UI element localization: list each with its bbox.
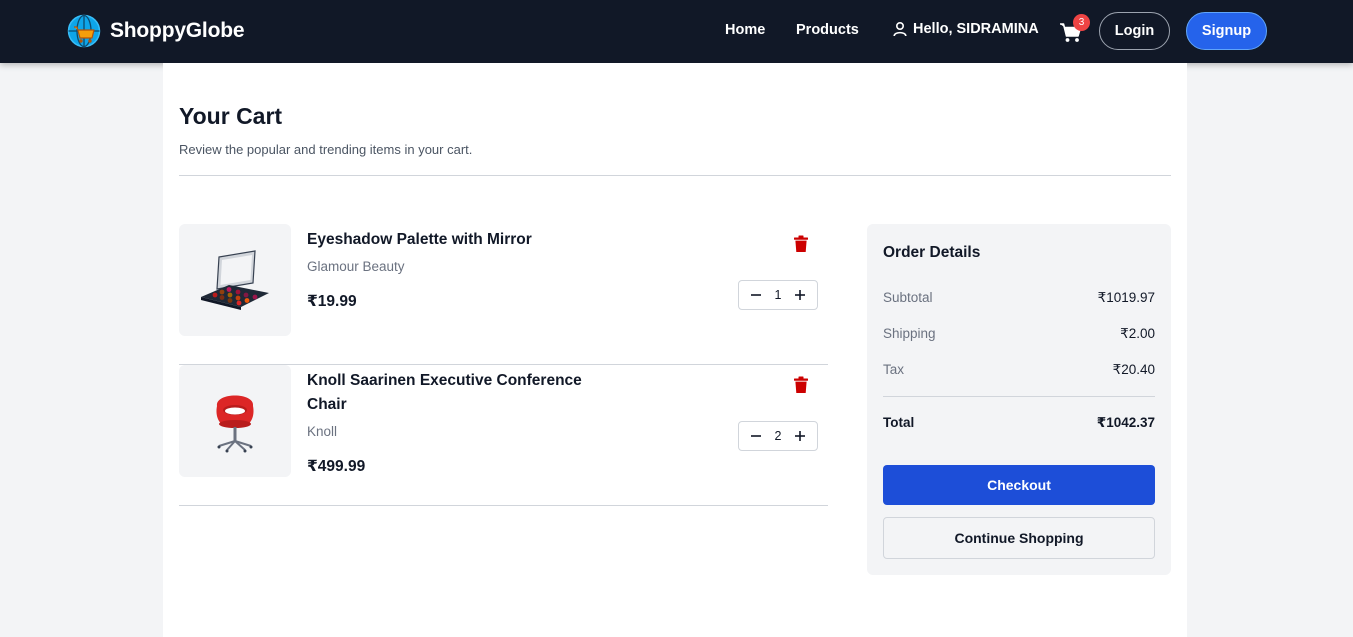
plus-icon[interactable] [793,288,807,302]
cart-item: Knoll Saarinen Executive Conference Chai… [179,365,828,506]
user-greeting-text: Hello, SIDRAMINA [913,21,1039,37]
product-brand: Glamour Beauty [307,259,405,274]
cart-count-badge: 3 [1073,14,1090,31]
shipping-row: Shipping ₹2.00 [883,326,1155,342]
subtotal-label: Subtotal [883,290,933,305]
subtotal-row: Subtotal ₹1019.97 [883,290,1155,306]
globe-cart-logo-icon [67,14,101,48]
user-icon [893,21,907,37]
nav-link-home[interactable]: Home [725,22,765,38]
quantity-value: 1 [774,288,782,302]
quantity-stepper: 2 [738,421,818,451]
product-image-conference-chair[interactable] [179,365,291,477]
total-value: ₹1042.37 [1096,415,1155,430]
brand[interactable]: ShoppyGlobe [67,14,245,48]
page-title: Your Cart [179,103,283,129]
minus-icon[interactable] [749,429,763,443]
shipping-label: Shipping [883,326,936,341]
quantity-value: 2 [774,429,782,443]
trash-icon[interactable] [793,376,809,394]
cart-item: Eyeshadow Palette with Mirror Glamour Be… [179,224,828,365]
product-price: ₹499.99 [307,458,366,475]
product-price: ₹19.99 [307,293,357,310]
product-brand: Knoll [307,424,338,439]
nav-link-products[interactable]: Products [796,22,859,38]
divider [179,175,1171,176]
navbar: ShoppyGlobe Home Products Hello, SIDRAMI… [0,0,1353,63]
tax-value: ₹20.40 [1112,362,1155,377]
trash-icon[interactable] [793,235,809,253]
total-row: Total ₹1042.37 [883,415,1155,431]
page-subtitle: Review the popular and trending items in… [179,142,473,157]
product-image-eyeshadow-palette[interactable] [179,224,291,336]
checkout-button[interactable]: Checkout [883,465,1155,505]
cart-page: Your Cart Review the popular and trendin… [163,63,1187,637]
total-label: Total [883,415,915,430]
divider [883,396,1155,397]
order-details-card: Order Details Subtotal ₹1019.97 Shipping… [867,224,1171,575]
user-greeting: Hello, SIDRAMINA [892,21,1039,37]
quantity-stepper: 1 [738,280,818,310]
order-details-title: Order Details [883,244,981,261]
tax-row: Tax ₹20.40 [883,362,1155,378]
login-button[interactable]: Login [1099,12,1170,50]
product-name[interactable]: Knoll Saarinen Executive Conference Chai… [307,369,597,417]
plus-icon[interactable] [793,429,807,443]
brand-name: ShoppyGlobe [110,19,245,42]
minus-icon[interactable] [749,288,763,302]
product-name[interactable]: Eyeshadow Palette with Mirror [307,228,597,252]
tax-label: Tax [883,362,905,377]
subtotal-value: ₹1019.97 [1097,290,1155,305]
continue-shopping-button[interactable]: Continue Shopping [883,517,1155,559]
signup-button[interactable]: Signup [1186,12,1267,50]
shipping-value: ₹2.00 [1120,326,1155,341]
